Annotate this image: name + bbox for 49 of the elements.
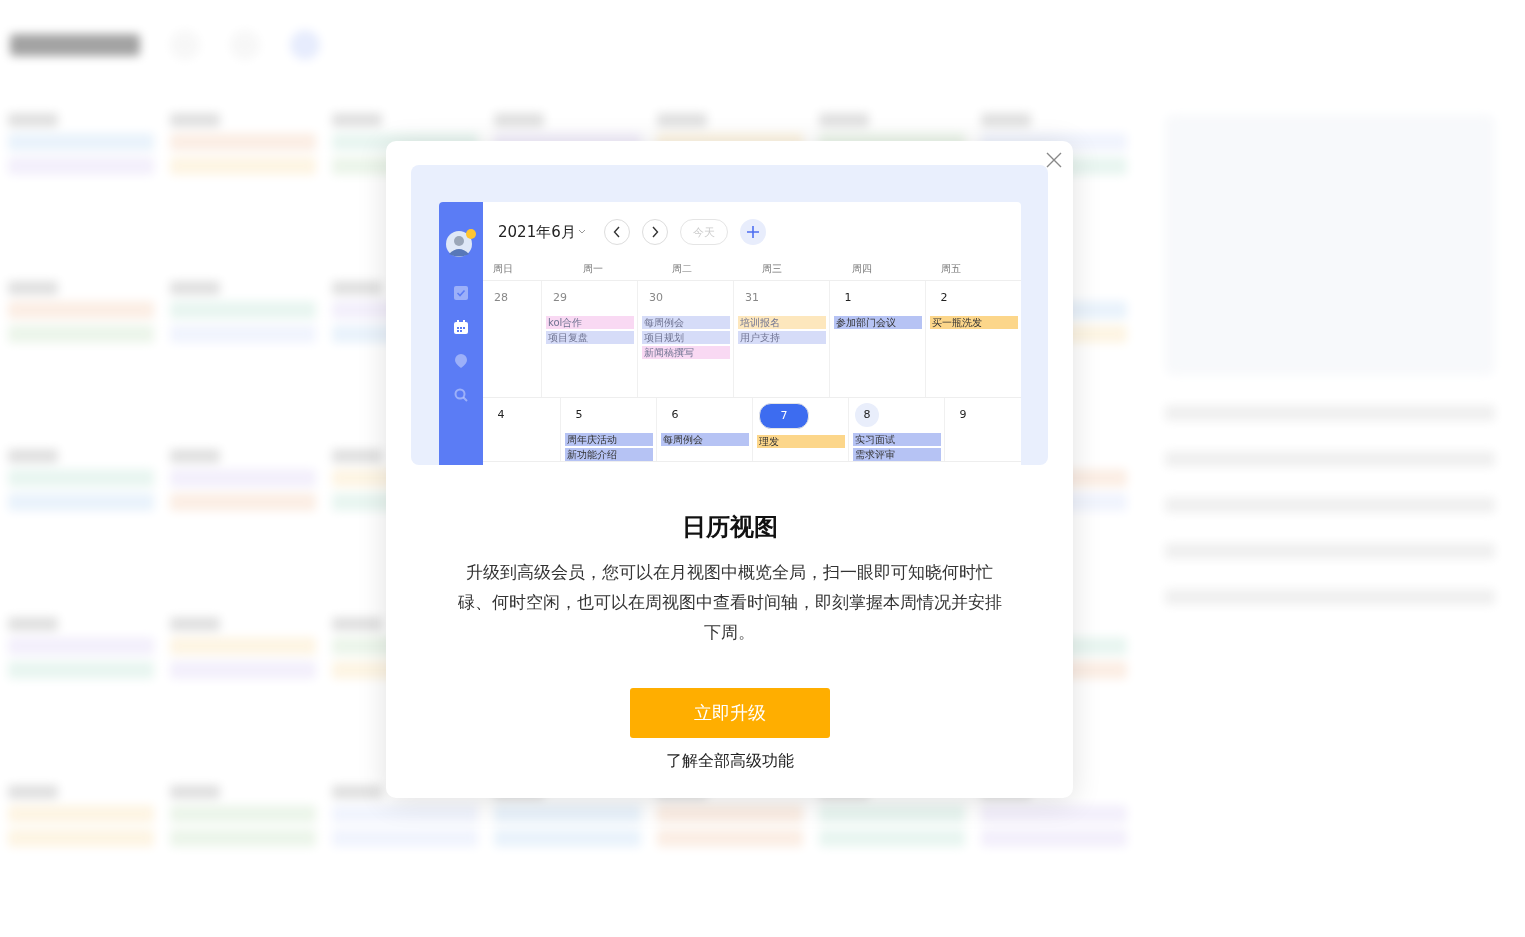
event-chip[interactable]: 项目复盘 — [546, 331, 634, 344]
add-button[interactable] — [739, 219, 766, 245]
date-number[interactable]: 29 — [548, 286, 572, 310]
event-chip[interactable]: 买一瓶洗发 — [930, 316, 1018, 329]
event-chip[interactable]: 周年庆活动 — [565, 433, 653, 446]
weekday-label: 周二 — [671, 262, 694, 276]
calendar-icon[interactable] — [454, 320, 468, 334]
date-number[interactable]: 28 — [489, 286, 513, 310]
event-chip[interactable]: 每周例会 — [642, 316, 730, 329]
event-chip[interactable]: 培训报名 — [738, 316, 826, 329]
plus-icon — [746, 226, 759, 238]
date-number[interactable]: 5 — [567, 403, 591, 427]
event-chip[interactable]: 新闻稿撰写 — [642, 346, 730, 359]
caret-icon — [577, 229, 586, 235]
next-button[interactable] — [641, 219, 668, 245]
event-chip[interactable]: 理发 — [757, 435, 845, 448]
date-number[interactable]: 8 — [855, 403, 879, 427]
close-icon[interactable] — [1046, 152, 1062, 168]
weekday-label: 周四 — [850, 262, 873, 276]
search-icon[interactable] — [454, 388, 468, 402]
event-chip[interactable]: 实习面试 — [853, 433, 941, 446]
event-chip[interactable]: kol合作 — [546, 316, 634, 329]
date-number[interactable]: 6 — [663, 403, 687, 427]
description-text: 升级到高级会员，您可以在月视图中概览全局，扫一眼即可知晓何时忙碌、何时空闲，也可以在周视图中查看时间轴，即刻掌握本周情况并安排下周。 — [456, 561, 1003, 644]
dialog-title: 日历视图 — [681, 512, 778, 543]
date-number[interactable]: 30 — [644, 286, 668, 310]
event-chip[interactable]: 用户支持 — [738, 331, 826, 344]
weekday-label: 周一 — [581, 262, 604, 276]
date-number[interactable]: 31 — [740, 286, 764, 310]
pin-icon[interactable] — [454, 354, 468, 368]
event-chip[interactable]: 项目规划 — [642, 331, 730, 344]
avatar-icon — [445, 228, 477, 260]
weekday-label: 周日 — [492, 262, 514, 276]
previous-button[interactable] — [603, 219, 630, 245]
event-chip[interactable]: 参加部门会议 — [834, 316, 922, 329]
date-number[interactable]: 7 — [759, 403, 809, 429]
chevron-right-icon — [650, 226, 659, 238]
date-number[interactable]: 1 — [836, 286, 860, 310]
event-chip[interactable]: 新功能介绍 — [565, 448, 653, 461]
event-chip[interactable]: 需求评审 — [853, 448, 941, 461]
weekday-label: 周五 — [940, 262, 963, 276]
date-number[interactable]: 9 — [951, 403, 975, 427]
weekday-label: 周三 — [761, 262, 783, 276]
date-number[interactable]: 2 — [932, 286, 956, 310]
month-title[interactable]: 2021年6月 — [498, 222, 576, 242]
event-chip[interactable]: 每周例会 — [661, 433, 749, 446]
learn-more-link[interactable]: 了解全部高级功能 — [665, 751, 794, 772]
chevron-left-icon — [612, 226, 621, 238]
date-number[interactable]: 4 — [489, 403, 513, 427]
